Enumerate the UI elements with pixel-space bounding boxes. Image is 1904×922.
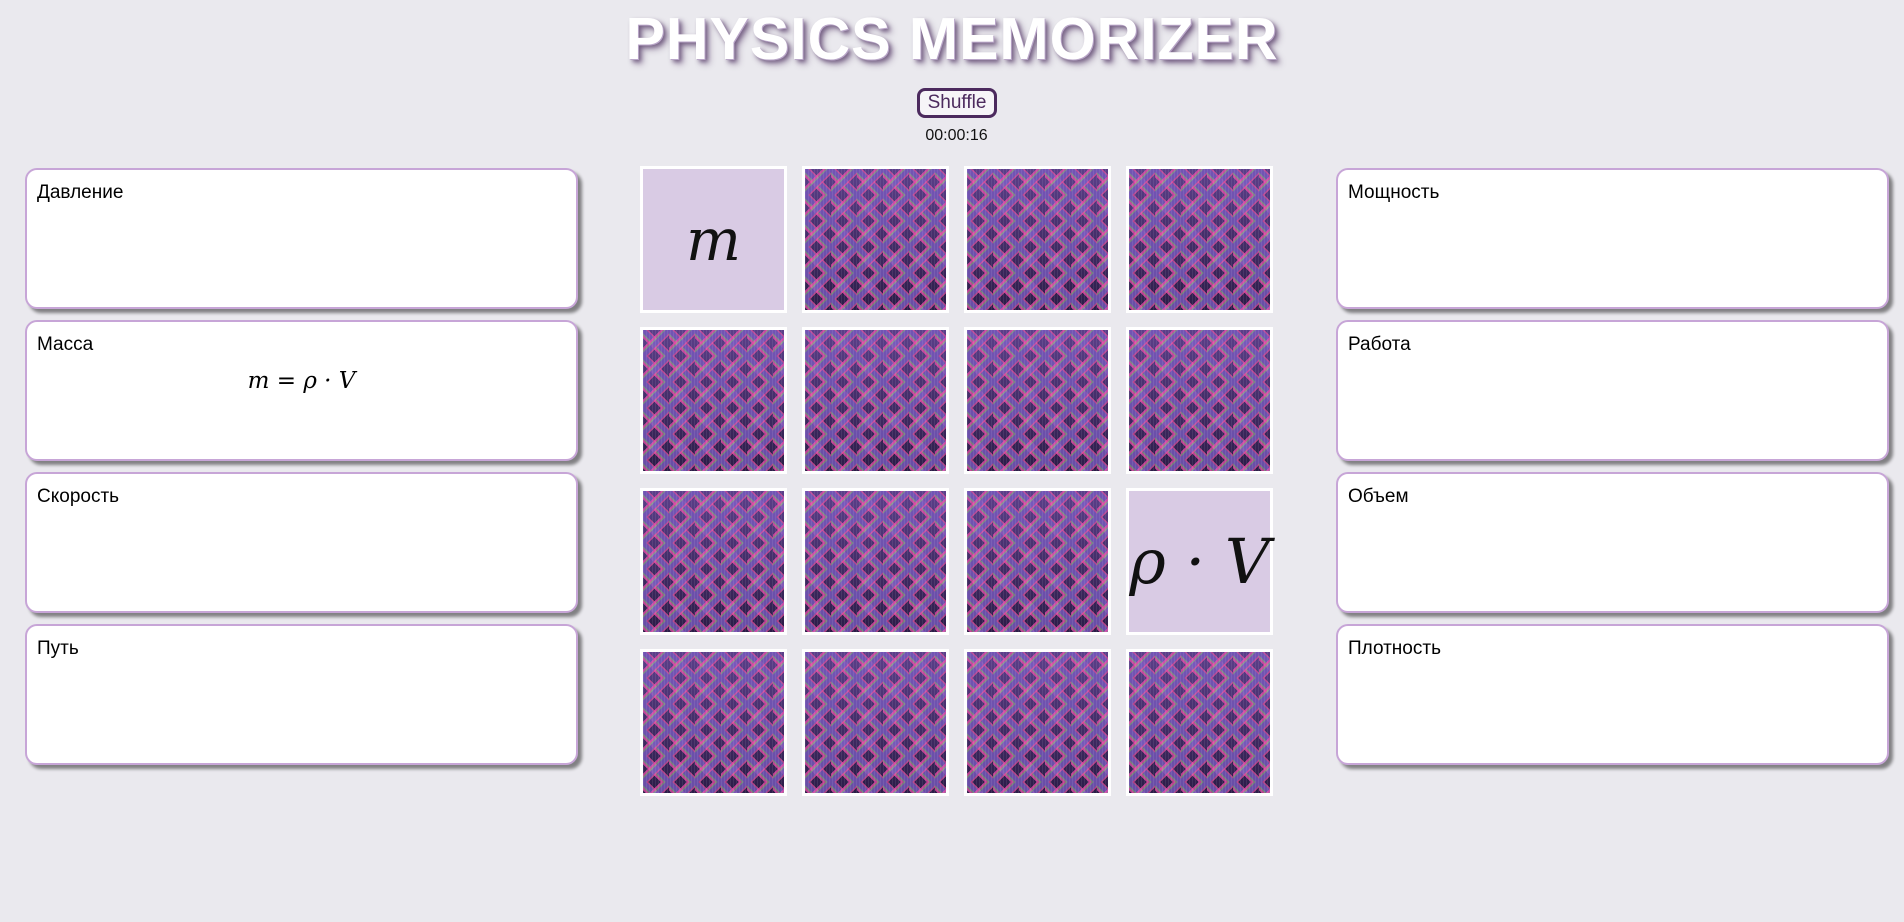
- memory-card[interactable]: [964, 166, 1111, 313]
- drop-slot-distance[interactable]: Путь: [25, 624, 578, 765]
- memory-card[interactable]: [1126, 166, 1273, 313]
- slot-label: Масса: [37, 334, 94, 355]
- memory-card[interactable]: [802, 166, 949, 313]
- slot-label: Путь: [37, 638, 79, 659]
- left-drop-column: Давление Масса m = ρ · V Скорость Путь: [25, 168, 578, 776]
- memory-card[interactable]: [640, 649, 787, 796]
- memory-card[interactable]: [640, 488, 787, 635]
- memory-card[interactable]: [802, 649, 949, 796]
- drop-slot-velocity[interactable]: Скорость: [25, 472, 578, 613]
- memory-card[interactable]: [802, 327, 949, 474]
- timer: 00:00:16: [925, 127, 988, 144]
- shuffle-button[interactable]: Shuffle: [917, 88, 997, 118]
- drop-slot-power[interactable]: Мощность: [1336, 168, 1889, 309]
- drop-slot-volume[interactable]: Объем: [1336, 472, 1889, 613]
- slot-label: Давление: [37, 182, 124, 203]
- slot-label: Объем: [1348, 486, 1409, 507]
- memory-card[interactable]: [964, 327, 1111, 474]
- drop-slot-mass[interactable]: Масса m = ρ · V: [25, 320, 578, 461]
- card-grid: m ρ · V: [640, 166, 1276, 796]
- game-page: PHYSICS MEMORIZER Shuffle 00:00:16 Давле…: [0, 0, 1904, 922]
- drop-slot-work[interactable]: Работа: [1336, 320, 1889, 461]
- right-drop-column: Мощность Работа Объем Плотность: [1336, 168, 1889, 776]
- memory-card[interactable]: [1126, 649, 1273, 796]
- memory-card-revealed[interactable]: m: [640, 166, 787, 313]
- drop-slot-density[interactable]: Плотность: [1336, 624, 1889, 765]
- page-title: PHYSICS MEMORIZER: [625, 6, 1279, 72]
- slot-label: Мощность: [1348, 182, 1440, 203]
- slot-label: Работа: [1348, 334, 1411, 355]
- memory-card[interactable]: [964, 649, 1111, 796]
- memory-card[interactable]: [640, 327, 787, 474]
- drop-slot-pressure[interactable]: Давление: [25, 168, 578, 309]
- slot-formula: m = ρ · V: [247, 368, 356, 394]
- memory-card-revealed[interactable]: ρ · V: [1126, 488, 1273, 635]
- slot-label: Скорость: [37, 486, 120, 507]
- memory-card[interactable]: [964, 488, 1111, 635]
- slot-label: Плотность: [1348, 638, 1441, 659]
- memory-card[interactable]: [802, 488, 949, 635]
- memory-card[interactable]: [1126, 327, 1273, 474]
